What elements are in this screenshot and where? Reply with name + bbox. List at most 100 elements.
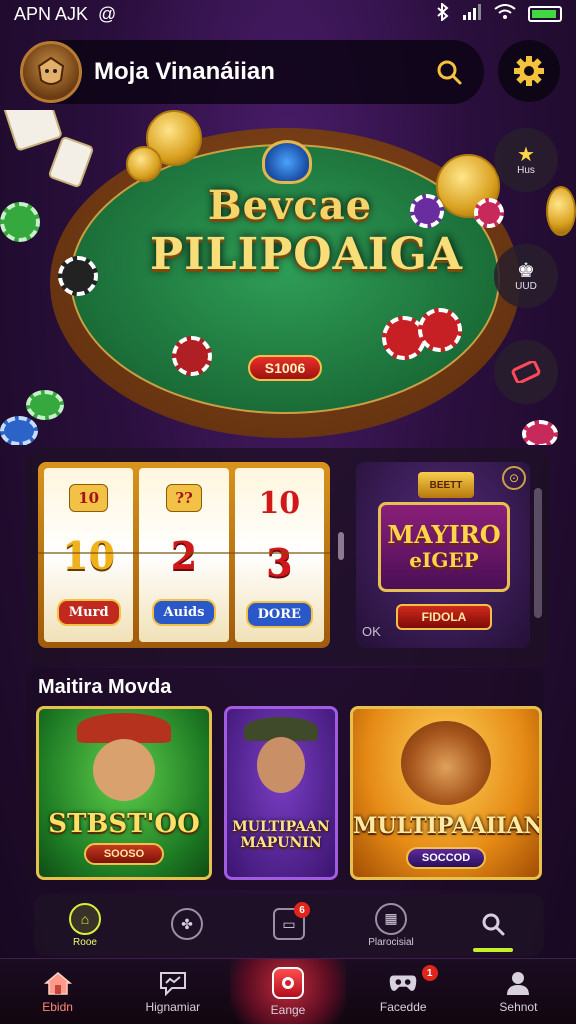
poker-chip (418, 308, 462, 352)
home-icon (43, 970, 73, 996)
trophy-icon: ★ (517, 143, 535, 166)
tab-friends[interactable]: 1 Facedde (346, 959, 461, 1024)
reel-symbol: 10 (258, 485, 301, 521)
poker-chip (474, 198, 504, 228)
side-button-label: Hus (517, 164, 535, 176)
sub-nav-home[interactable]: ⌂ Rooe (34, 894, 136, 956)
poker-chip (58, 256, 98, 296)
poker-chip (522, 420, 558, 445)
side-button-vip[interactable]: ♚ UUD (494, 244, 558, 308)
sub-nav-chat[interactable]: ▭ 6 (238, 894, 340, 956)
sub-nav-label: Plarocisial (368, 936, 414, 948)
crown-icon: ♚ (517, 259, 535, 282)
promo-card[interactable]: BEETT ⊙ MAYIRO eIGEP FIDOLA OK (356, 462, 530, 648)
side-button-ticket[interactable] (494, 340, 558, 404)
side-button-rewards[interactable]: ★ Hus (494, 128, 558, 192)
ticket-icon (511, 361, 541, 383)
wifi-icon (494, 3, 516, 25)
tab-profile[interactable]: Sehnot (461, 959, 576, 1024)
hero-title: Bevcae PILIPOAIGA (150, 182, 464, 280)
slot-reel: 10 3 DORE (234, 468, 324, 642)
sub-nav-label: Rooe (73, 936, 97, 948)
controller-icon: ✤ (171, 908, 203, 940)
gear-icon (514, 56, 544, 86)
avatar-icon (37, 56, 65, 85)
play-icon (272, 966, 304, 999)
gamepad-icon (388, 970, 418, 996)
poker-chip (26, 390, 64, 420)
tab-label: Sehnot (499, 999, 538, 1014)
promo-title: MAYIRO (387, 520, 501, 549)
game-title: MULTIPAAN MAPUNIN (232, 819, 330, 851)
hero-banner[interactable]: Bevcae PILIPOAIGA S1006 (0, 110, 576, 445)
hero-title-line1: Bevcae (207, 182, 373, 229)
settings-button[interactable] (498, 40, 560, 102)
cowboy-figure (77, 713, 171, 801)
game-title: MULTIPAAIIAN (353, 813, 542, 839)
poker-chip (0, 202, 40, 242)
promo-button[interactable]: FIDOLA (396, 604, 492, 630)
at-icon: @ (98, 3, 117, 24)
reel-symbol: ?? (166, 484, 202, 513)
calendar-icon: ▦ (375, 902, 407, 935)
reel-symbol: 10 (62, 532, 116, 578)
crest-emblem (262, 140, 312, 184)
promo-frame: MAYIRO eIGEP (378, 502, 510, 592)
battery-icon (528, 6, 562, 22)
reel-symbol: DORE (245, 601, 313, 629)
info-icon[interactable]: ⊙ (502, 466, 526, 490)
promo-ok-label: OK (362, 624, 381, 639)
profile-header: Moja Vinanáiian (20, 40, 484, 104)
carousel-handle[interactable] (338, 532, 344, 560)
chat-bubble-icon (158, 970, 188, 996)
sub-nav-calendar[interactable]: ▦ Plarocisial (340, 894, 442, 956)
search-button[interactable] (432, 55, 466, 89)
search-icon (477, 908, 509, 940)
slot-reel: 10 10 Murd (44, 468, 134, 642)
lion-figure (401, 721, 491, 805)
sub-nav-games[interactable]: ✤ (136, 894, 238, 956)
poker-chip (172, 336, 212, 376)
game-card[interactable]: MULTIPAAN MAPUNIN (224, 706, 338, 880)
game-card[interactable]: STBST'OO SOOSO (36, 706, 212, 880)
payline (38, 552, 330, 554)
carrier-label: APN AJK (14, 3, 89, 24)
game-play-button[interactable]: SOOSO (84, 843, 164, 865)
poker-chip (410, 194, 444, 228)
bottom-tab-bar: Ebidn Hignamiar Eange 1 Facedde Sehnot (0, 958, 576, 1024)
promo-subtitle: eIGEP (409, 548, 479, 572)
tab-label: Hignamiar (145, 999, 201, 1014)
gold-coin (126, 146, 162, 182)
gold-coin (546, 186, 576, 236)
tab-label: Facedde (379, 999, 427, 1014)
playing-card (47, 135, 95, 189)
game-play-button[interactable]: SOCCOD (406, 847, 486, 869)
section-title: Maitira Movda (38, 676, 172, 698)
sub-nav-search[interactable] (442, 894, 544, 956)
tab-play[interactable]: Eange (230, 959, 346, 1024)
secondary-nav: ⌂ Rooe ✤ ▭ 6 ▦ Plarocisial (34, 894, 544, 956)
promo-badge: BEETT (418, 472, 474, 498)
scrollbar[interactable] (534, 488, 542, 618)
game-card[interactable]: MULTIPAAIIAN SOCCOD (350, 706, 542, 880)
user-icon (503, 970, 533, 996)
tab-messages[interactable]: Hignamiar (115, 959, 230, 1024)
tab-home[interactable]: Ebidn (0, 959, 115, 1024)
signal-icon (462, 3, 482, 25)
tab-label: Ebidn (42, 999, 73, 1014)
slot-reel: ?? 2 Auids (139, 468, 229, 642)
game-title: STBST'OO (48, 809, 200, 839)
side-button-label: UUD (515, 280, 537, 292)
tab-label: Eange (270, 1002, 306, 1017)
status-bar: APN AJK @ (0, 0, 576, 28)
avatar[interactable] (20, 41, 82, 103)
bet-button[interactable]: S1006 (248, 355, 322, 381)
notification-badge: 1 (421, 965, 438, 981)
playing-card (0, 110, 64, 152)
hero-title-line2: PILIPOAIGA (150, 229, 464, 280)
active-indicator (473, 948, 513, 952)
cowboy-figure (244, 717, 318, 793)
bluetooth-icon (436, 1, 450, 26)
home-icon: ⌂ (69, 902, 101, 935)
slot-machine[interactable]: 10 10 Murd ?? 2 Auids 10 3 DORE (38, 462, 330, 648)
